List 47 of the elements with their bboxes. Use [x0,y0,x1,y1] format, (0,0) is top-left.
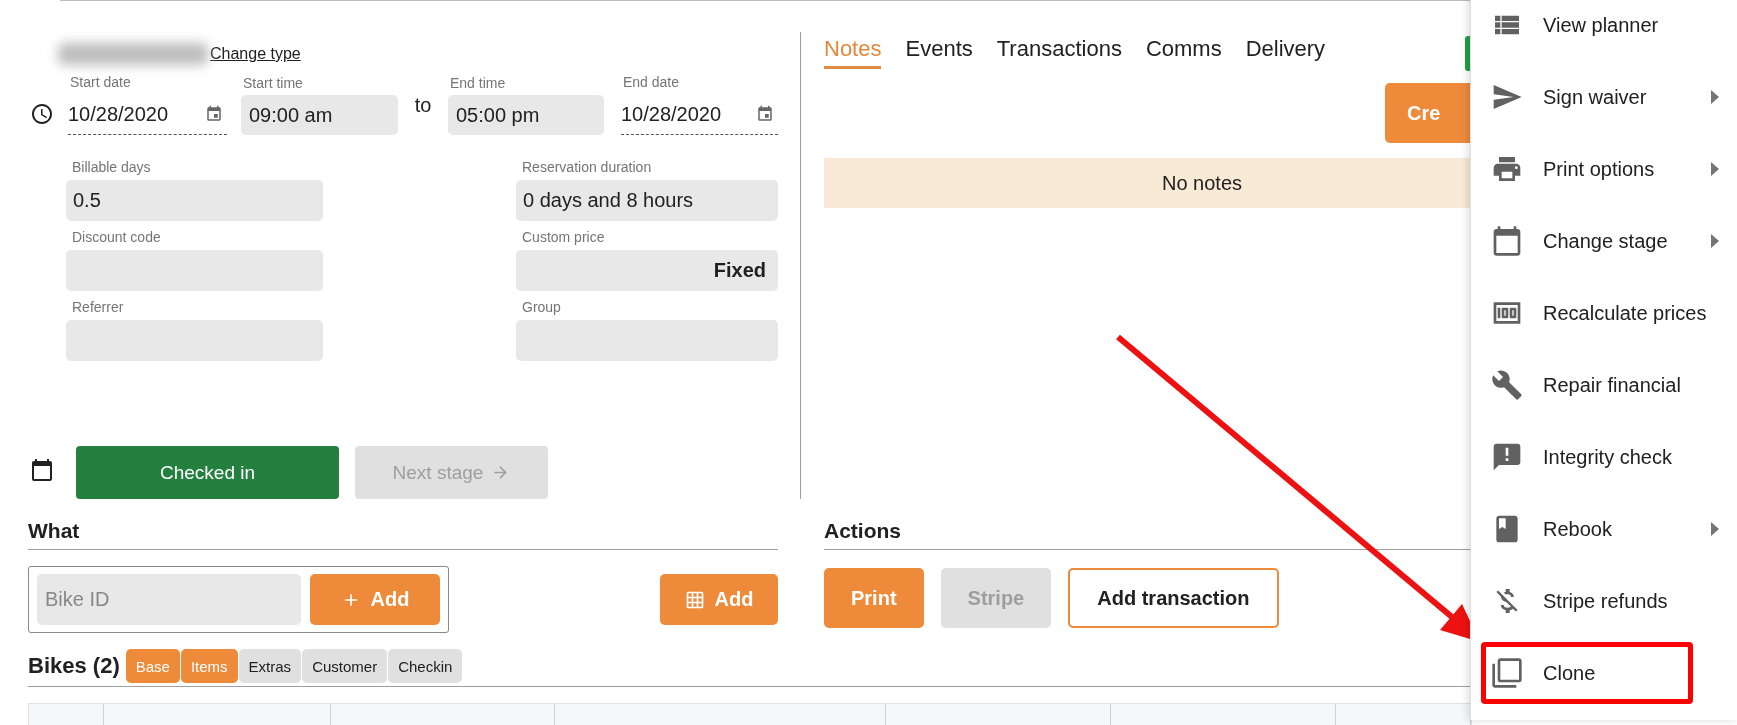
field-label: Custom price [521,229,605,245]
calendar-icon [205,105,223,123]
section-heading: What [28,519,778,550]
field-label: Referrer [71,299,124,315]
bike-id-field[interactable]: Bike ID [37,574,301,625]
menu-item[interactable]: Change stage [1471,205,1737,277]
menu-item[interactable]: Integrity check [1471,421,1737,493]
wrench-icon [1491,369,1523,401]
input-field[interactable]: 0.5 [66,180,323,221]
change-type-link[interactable]: Change type [210,45,301,63]
field-label: End time [449,75,506,91]
field-label: Billable days [71,159,151,175]
field-label: Start date [69,74,131,90]
tab[interactable]: Comms [1145,36,1222,69]
filter-chip[interactable]: Checkin [388,649,463,683]
field-label: Group [521,299,561,315]
menu-item[interactable]: Stripe refunds [1471,565,1737,637]
menu-item[interactable]: Repair financial [1471,349,1737,421]
field-label: Reservation duration [521,159,652,175]
start-time-field[interactable]: 09:00 am [241,95,398,135]
grid-icon [684,589,705,610]
end-time-field[interactable]: 05:00 pm [448,95,604,135]
copy-icon [1491,657,1523,689]
calendar-icon [756,105,774,123]
start-date-field[interactable]: 10/28/2020 [68,94,227,135]
menu-item[interactable]: View planner [1471,0,1737,61]
separator-text: to [413,94,433,117]
filter-chip[interactable]: Customer [302,649,388,683]
section-heading: Actions [824,519,1470,550]
menu-item[interactable]: Recalculate prices [1471,277,1737,349]
empty-message: No notes [1161,171,1243,195]
field-label: Discount code [71,229,161,245]
menu-item[interactable]: Clone [1471,637,1737,709]
input-field[interactable]: 0 days and 8 hours [516,180,778,221]
end-date-field[interactable]: 10/28/2020 [621,94,778,135]
filter-chip[interactable]: Extras [238,649,302,683]
tab[interactable]: Delivery [1245,36,1326,69]
field-label: End date [622,74,680,90]
menu-item[interactable]: Rebook [1471,493,1737,565]
action-button[interactable]: Add transaction [1068,568,1279,628]
tab[interactable]: Transactions [996,36,1122,69]
input-field[interactable]: Fixed [516,250,778,291]
stage-button[interactable]: Checked in [76,446,339,499]
calendar-icon [1491,225,1523,257]
field-label: Start time [242,75,303,91]
tab[interactable]: Events [905,36,973,69]
bikes-heading: Bikes (2) [28,653,120,679]
